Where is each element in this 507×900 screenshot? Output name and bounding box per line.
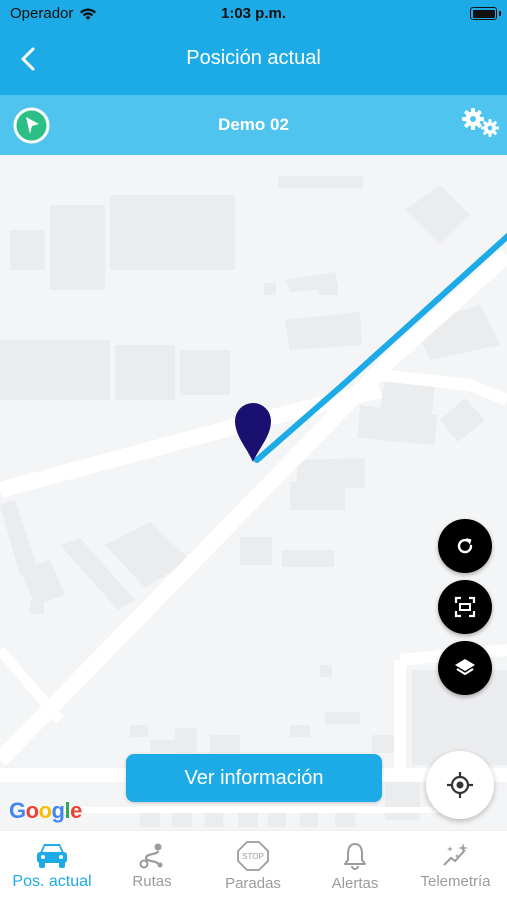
refresh-icon (457, 538, 473, 554)
ver-informacion-button[interactable]: Ver información (126, 754, 382, 802)
tab-bar: Pos. actual Rutas STOP Paradas Alertas T… (0, 830, 507, 900)
layers-button[interactable] (438, 641, 492, 695)
tab-pos-actual[interactable]: Pos. actual (0, 831, 104, 900)
status-bar: Operador 1:03 p.m. (0, 0, 507, 28)
nav-bar: Posición actual (0, 28, 507, 95)
fit-bounds-button[interactable] (438, 580, 492, 634)
refresh-button[interactable] (438, 519, 492, 573)
tab-alertas[interactable]: Alertas (306, 831, 404, 900)
vehicle-name: Demo 02 (218, 115, 289, 134)
tab-label: Rutas (132, 873, 172, 890)
google-logo: Google (9, 798, 82, 823)
gears-icon[interactable] (460, 107, 502, 139)
battery-level (472, 9, 495, 18)
sparkle-chart-icon (442, 843, 468, 866)
car-icon (37, 844, 67, 868)
page-title: Posición actual (186, 47, 321, 69)
route-icon (139, 843, 163, 869)
bell-icon (344, 843, 366, 870)
route-overlay (235, 232, 507, 463)
route-line (254, 232, 507, 463)
map-view[interactable] (0, 155, 507, 830)
clock: 1:03 p.m. (220, 5, 287, 22)
layers-icon (455, 659, 475, 676)
crosshair-icon (447, 772, 473, 798)
vehicle-bar: Demo 02 (0, 95, 507, 155)
tab-label: Telemetría (420, 873, 491, 890)
tab-label: Pos. actual (12, 873, 92, 890)
tab-telemetria[interactable]: Telemetría (404, 831, 507, 900)
tab-label: Paradas (225, 875, 281, 892)
fit-bounds-icon (454, 596, 476, 618)
locate-button[interactable] (426, 751, 494, 819)
battery-icon (470, 7, 501, 20)
svg-text:STOP: STOP (242, 852, 264, 861)
tab-label: Alertas (331, 875, 379, 892)
stop-sign-icon: STOP (237, 841, 269, 871)
tab-rutas[interactable]: Rutas (104, 831, 200, 900)
tab-paradas[interactable]: STOP Paradas (200, 831, 306, 900)
